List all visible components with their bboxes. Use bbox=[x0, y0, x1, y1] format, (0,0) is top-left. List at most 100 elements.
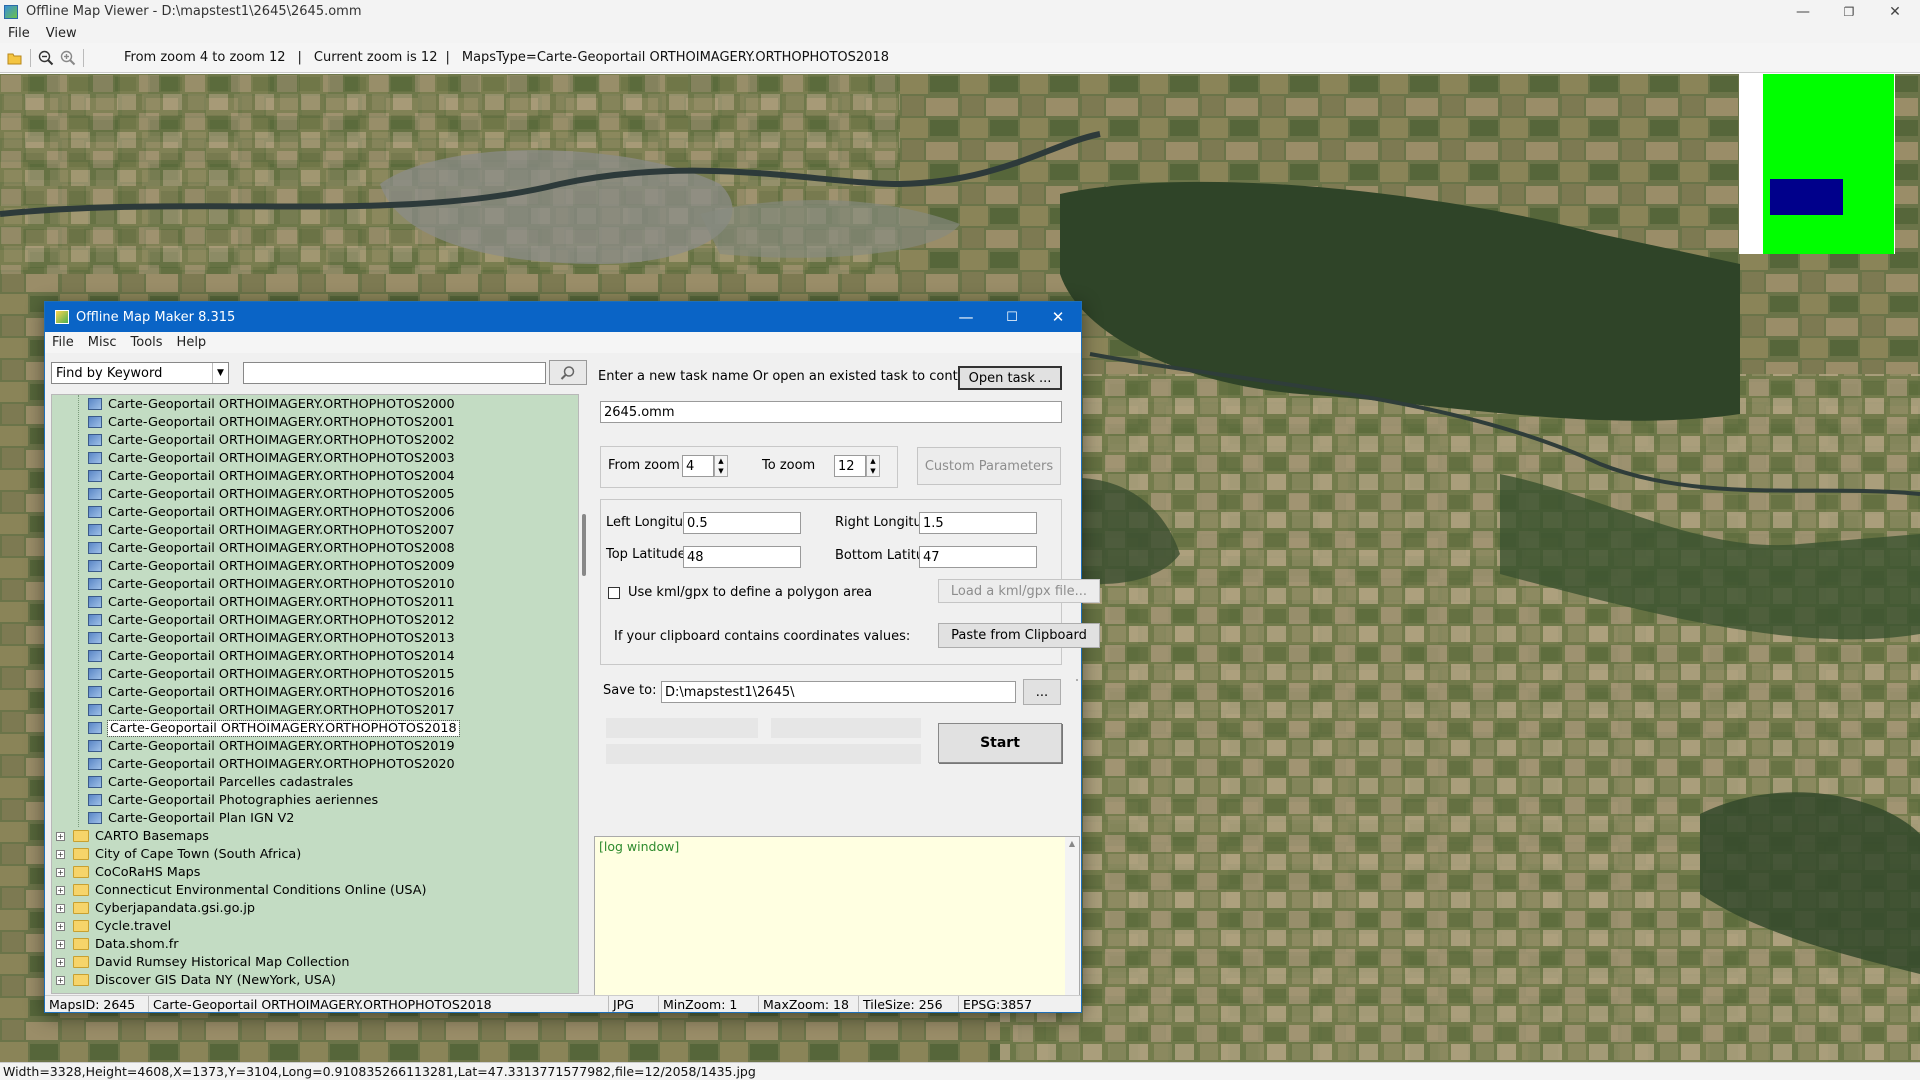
tree-map-item[interactable]: Carte-Geoportail ORTHOIMAGERY.ORTHOPHOTO… bbox=[88, 539, 455, 557]
dialog-menu-help[interactable]: Help bbox=[170, 335, 214, 350]
left-longitude-input[interactable]: 0.5 bbox=[683, 512, 801, 534]
top-latitude-input[interactable]: 48 bbox=[683, 546, 801, 568]
tree-folder-item[interactable]: + City of Cape Town (South Africa) bbox=[56, 845, 301, 863]
tree-map-item[interactable]: Carte-Geoportail ORTHOIMAGERY.ORTHOPHOTO… bbox=[88, 701, 455, 719]
bottom-latitude-input[interactable]: 47 bbox=[919, 546, 1037, 568]
tree-folder-item[interactable]: + Data.shom.fr bbox=[56, 935, 179, 953]
dialog-menu-file[interactable]: File bbox=[45, 335, 81, 350]
expand-icon[interactable]: + bbox=[56, 957, 65, 967]
browse-button[interactable]: ... bbox=[1023, 679, 1061, 705]
expand-icon[interactable]: + bbox=[56, 885, 65, 895]
tree-folder-item[interactable]: + Cycle.travel bbox=[56, 917, 171, 935]
search-input[interactable] bbox=[243, 362, 546, 384]
tree-folder-item[interactable]: + CoCoRaHS Maps bbox=[56, 863, 200, 881]
tree-scrollbar[interactable] bbox=[579, 394, 591, 994]
task-name-input[interactable]: 2645.omm bbox=[600, 401, 1062, 423]
to-zoom-stepper[interactable]: ▲ ▼ bbox=[866, 455, 880, 477]
map-icon bbox=[88, 416, 102, 428]
overview-minimap[interactable] bbox=[1739, 74, 1895, 254]
tree-map-item[interactable]: Carte-Geoportail ORTHOIMAGERY.ORTHOPHOTO… bbox=[88, 593, 455, 611]
map-source-tree[interactable]: Carte-Geoportail ORTHOIMAGERY.ORTHOPHOTO… bbox=[51, 394, 579, 994]
expand-icon[interactable]: + bbox=[56, 975, 65, 985]
tree-map-item[interactable]: Carte-Geoportail ORTHOIMAGERY.ORTHOPHOTO… bbox=[88, 575, 455, 593]
tree-folder-item[interactable]: + Connecticut Environmental Conditions On… bbox=[56, 881, 427, 899]
tree-map-item[interactable]: Carte-Geoportail ORTHOIMAGERY.ORTHOPHOTO… bbox=[88, 647, 455, 665]
tree-map-item[interactable]: Carte-Geoportail ORTHOIMAGERY.ORTHOPHOTO… bbox=[88, 557, 455, 575]
dialog-menu-tools[interactable]: Tools bbox=[124, 335, 170, 350]
minimap-viewport[interactable] bbox=[1770, 179, 1843, 215]
minimize-button[interactable]: — bbox=[1780, 0, 1826, 23]
maps-type-text: MapsType=Carte-Geoportail ORTHOIMAGERY.O… bbox=[461, 50, 889, 65]
expand-icon[interactable]: + bbox=[56, 849, 65, 859]
tree-item-label: Carte-Geoportail ORTHOIMAGERY.ORTHOPHOTO… bbox=[108, 486, 455, 502]
start-button[interactable]: Start bbox=[938, 723, 1062, 763]
map-icon bbox=[88, 434, 102, 446]
log-scrollbar[interactable]: ▲ ▼ bbox=[1065, 837, 1079, 1008]
load-kml-button[interactable]: Load a kml/gpx file... bbox=[938, 579, 1100, 603]
right-longitude-input[interactable]: 1.5 bbox=[919, 512, 1037, 534]
tree-map-item[interactable]: Carte-Geoportail ORTHOIMAGERY.ORTHOPHOTO… bbox=[88, 485, 455, 503]
expand-icon[interactable]: + bbox=[56, 867, 65, 877]
tree-map-item[interactable]: Carte-Geoportail Plan IGN V2 bbox=[88, 809, 294, 827]
tree-scroll-thumb[interactable] bbox=[582, 514, 586, 576]
folder-icon bbox=[73, 848, 89, 860]
zoom-out-icon[interactable] bbox=[35, 47, 57, 69]
open-task-button[interactable]: Open task ... bbox=[958, 366, 1062, 390]
tree-map-item[interactable]: Carte-Geoportail ORTHOIMAGERY.ORTHOPHOTO… bbox=[88, 449, 455, 467]
tree-folder-item[interactable]: + CARTO Basemaps bbox=[56, 827, 209, 845]
menu-file[interactable]: File bbox=[0, 26, 38, 41]
tree-folder-item[interactable]: + Discover GIS Data NY (NewYork, USA) bbox=[56, 971, 336, 989]
expand-icon[interactable]: + bbox=[56, 903, 65, 913]
tree-map-item[interactable]: Carte-Geoportail ORTHOIMAGERY.ORTHOPHOTO… bbox=[88, 737, 455, 755]
progress-bar-secondary bbox=[771, 718, 921, 738]
scroll-up-icon[interactable]: ▲ bbox=[1065, 839, 1079, 848]
tree-map-item[interactable]: Carte-Geoportail ORTHOIMAGERY.ORTHOPHOTO… bbox=[88, 629, 455, 647]
save-path-input[interactable]: D:\mapstest1\2645\ bbox=[661, 681, 1016, 703]
expand-icon[interactable]: + bbox=[56, 831, 65, 841]
tree-map-item[interactable]: Carte-Geoportail ORTHOIMAGERY.ORTHOPHOTO… bbox=[88, 521, 455, 539]
to-zoom-input[interactable]: 12 bbox=[834, 455, 866, 477]
paste-clipboard-button[interactable]: Paste from Clipboard bbox=[938, 623, 1100, 648]
tree-item-label: Connecticut Environmental Conditions Onl… bbox=[95, 882, 427, 898]
tree-map-item[interactable]: Carte-Geoportail ORTHOIMAGERY.ORTHOPHOTO… bbox=[88, 683, 455, 701]
chevron-down-icon[interactable]: ▼ bbox=[212, 363, 228, 383]
from-zoom-input[interactable]: 4 bbox=[682, 455, 714, 477]
tile-size-cell: TileSize: 256 bbox=[859, 996, 959, 1012]
maximize-button[interactable]: ❐ bbox=[1826, 0, 1872, 23]
tree-item-label: Carte-Geoportail ORTHOIMAGERY.ORTHOPHOTO… bbox=[108, 666, 455, 682]
tree-map-item[interactable]: Carte-Geoportail ORTHOIMAGERY.ORTHOPHOTO… bbox=[88, 431, 455, 449]
menu-view[interactable]: View bbox=[38, 26, 85, 41]
tree-map-item[interactable]: Carte-Geoportail ORTHOIMAGERY.ORTHOPHOTO… bbox=[88, 503, 455, 521]
tree-map-item[interactable]: Carte-Geoportail ORTHOIMAGERY.ORTHOPHOTO… bbox=[88, 755, 455, 773]
close-button[interactable]: ✕ bbox=[1872, 0, 1918, 23]
tree-item-label: Carte-Geoportail ORTHOIMAGERY.ORTHOPHOTO… bbox=[108, 576, 455, 592]
tree-folder-item[interactable]: + Cyberjapandata.gsi.go.jp bbox=[56, 899, 255, 917]
search-icon[interactable] bbox=[549, 360, 587, 385]
tree-map-item[interactable]: Carte-Geoportail ORTHOIMAGERY.ORTHOPHOTO… bbox=[88, 413, 455, 431]
find-mode-select[interactable]: Find by Keyword ▼ bbox=[51, 362, 229, 384]
custom-parameters-button[interactable]: Custom Parameters bbox=[917, 447, 1061, 485]
tree-item-label: CoCoRaHS Maps bbox=[95, 864, 201, 880]
expand-icon[interactable]: + bbox=[56, 921, 65, 931]
zoom-in-icon[interactable] bbox=[57, 47, 79, 69]
folder-icon bbox=[73, 920, 89, 932]
tree-map-item[interactable]: Carte-Geoportail ORTHOIMAGERY.ORTHOPHOTO… bbox=[88, 665, 455, 683]
tree-map-item[interactable]: Carte-Geoportail Photographies aeriennes bbox=[88, 791, 378, 809]
map-icon bbox=[88, 722, 102, 734]
folder-open-icon[interactable] bbox=[4, 47, 26, 69]
tree-map-item[interactable]: Carte-Geoportail Parcelles cadastrales bbox=[88, 773, 353, 791]
tree-map-item[interactable]: Carte-Geoportail ORTHOIMAGERY.ORTHOPHOTO… bbox=[88, 467, 455, 485]
from-zoom-stepper[interactable]: ▲ ▼ bbox=[714, 455, 728, 477]
kml-polygon-checkbox[interactable] bbox=[608, 587, 620, 599]
tree-folder-item[interactable]: + David Rumsey Historical Map Collection bbox=[56, 953, 349, 971]
dialog-menu-misc[interactable]: Misc bbox=[81, 335, 124, 350]
expand-icon[interactable]: + bbox=[56, 939, 65, 949]
tree-item-label: Carte-Geoportail ORTHOIMAGERY.ORTHOPHOTO… bbox=[108, 504, 455, 520]
dialog-close-button[interactable]: ✕ bbox=[1035, 302, 1081, 332]
tree-map-item[interactable]: Carte-Geoportail ORTHOIMAGERY.ORTHOPHOTO… bbox=[88, 719, 460, 737]
tree-map-item[interactable]: Carte-Geoportail ORTHOIMAGERY.ORTHOPHOTO… bbox=[88, 611, 455, 629]
dialog-minimize-button[interactable]: — bbox=[943, 302, 989, 332]
tree-map-item[interactable]: Carte-Geoportail ORTHOIMAGERY.ORTHOPHOTO… bbox=[88, 395, 455, 413]
dialog-maximize-button[interactable]: ☐ bbox=[989, 302, 1035, 332]
log-window[interactable]: [log window] ▲ ▼ bbox=[594, 836, 1080, 1009]
